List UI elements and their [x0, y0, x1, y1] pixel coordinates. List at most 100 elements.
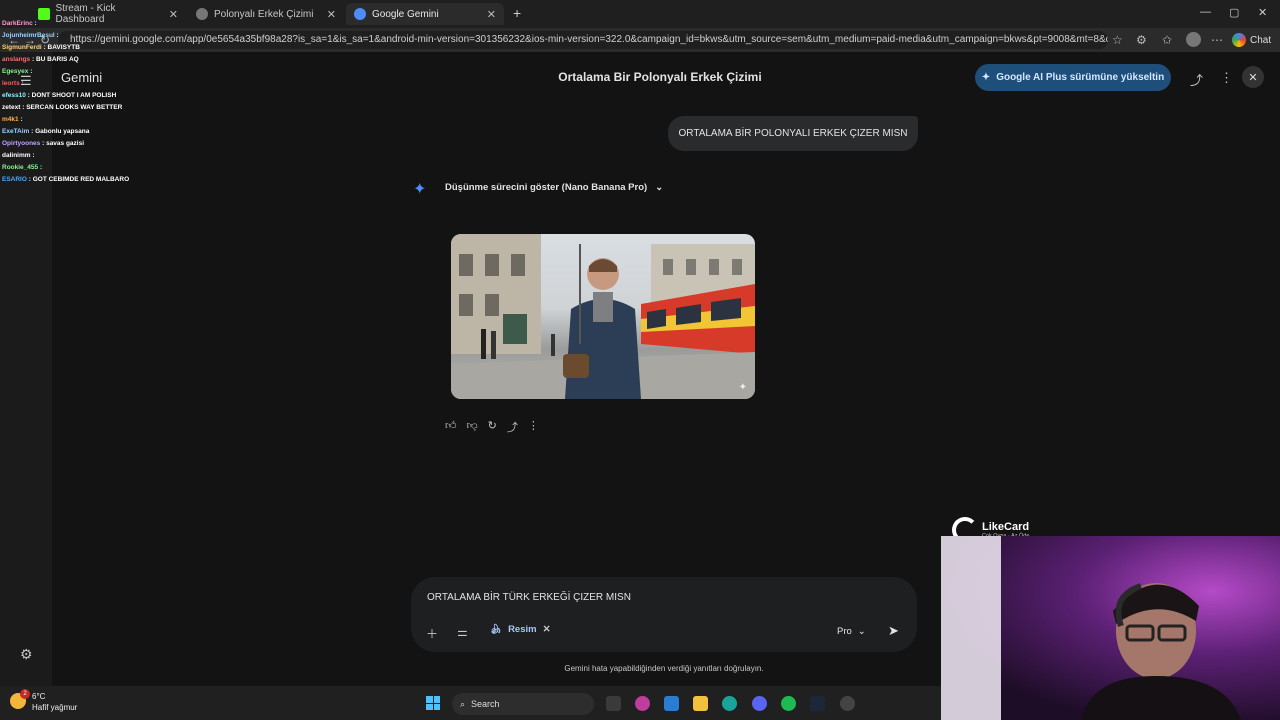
- regenerate-icon[interactable]: ↻: [488, 419, 497, 435]
- edge-icon[interactable]: [722, 696, 737, 711]
- chat-username: leorts: [2, 80, 20, 87]
- add-icon[interactable]: ＋: [426, 625, 438, 642]
- notification-badge: 2: [20, 689, 30, 699]
- chat-message: ESARIO : GOT CEBIMDE RED MALBARO: [2, 174, 142, 186]
- chat-username: Rookie_455: [2, 164, 39, 171]
- chat-message: Opirtyoones : savas gazisi: [2, 138, 142, 150]
- response-actions: 👍︎ 👎︎ ↻ ⤴ ⋮: [445, 419, 539, 435]
- chat-text: : Gabonlu yapsana: [31, 128, 90, 135]
- search-placeholder: Search: [471, 699, 500, 709]
- spotify-icon[interactable]: [781, 696, 796, 711]
- image-tool-chip[interactable]: 🍌︎ Resim ✕: [490, 624, 551, 635]
- minimize-icon[interactable]: —: [1200, 6, 1211, 18]
- bookmark-star-icon[interactable]: ☆: [1112, 33, 1123, 47]
- chat-text: :: [30, 68, 33, 75]
- chat-username: SigmunFerdi: [2, 44, 42, 51]
- profile-avatar[interactable]: [1186, 32, 1201, 47]
- taskbar-search[interactable]: ⌕ Search: [452, 693, 594, 715]
- model-label: Pro: [837, 626, 852, 637]
- tab-google-gemini[interactable]: Google Gemini ✕: [346, 3, 504, 25]
- chat-message: DarkErinc :: [2, 18, 142, 30]
- chat-text: : savas gazisi: [42, 140, 85, 147]
- chat-message: efess10 : DONT SHOOT I AM POLISH: [2, 90, 142, 102]
- chat-username: anslangs: [2, 56, 31, 63]
- gemini-spark-icon: ✦: [413, 181, 427, 198]
- upgrade-label: Google AI Plus sürümüne yükseltin: [996, 72, 1165, 83]
- chat-username: m4k1: [2, 116, 19, 123]
- upgrade-button[interactable]: ✦ Google AI Plus sürümüne yükseltin: [975, 64, 1171, 91]
- new-tab-button[interactable]: +: [513, 5, 521, 21]
- store-icon[interactable]: [664, 696, 679, 711]
- thinking-label: Düşünme sürecini göster (Nano Banana Pro…: [445, 182, 648, 193]
- steam-icon[interactable]: [810, 696, 825, 711]
- close-icon[interactable]: ✕: [327, 8, 336, 21]
- chat-username: ESARIO: [2, 176, 27, 183]
- start-button[interactable]: [426, 696, 440, 710]
- banana-icon: 🍌︎: [490, 624, 503, 635]
- chat-text: :: [20, 116, 23, 123]
- weather-widget[interactable]: 2 6°C Hafif yağmur: [10, 689, 78, 713]
- chat-username: efess10: [2, 92, 26, 99]
- account-avatar[interactable]: ✕: [1242, 66, 1264, 88]
- chat-username: DarkErinc: [2, 20, 33, 27]
- show-thinking-toggle[interactable]: Düşünme sürecini göster (Nano Banana Pro…: [445, 182, 663, 193]
- chat-message: ExeTAim : Gabonlu yapsana: [2, 126, 142, 138]
- stream-chat-overlay: DarkErinc : JojunheimrBesul : SigmunFerdi …: [2, 18, 142, 186]
- thumbs-down-icon[interactable]: 👎︎: [467, 419, 478, 435]
- discord-icon[interactable]: [752, 696, 767, 711]
- tab-label: Google Gemini: [372, 8, 439, 20]
- favorites-icon[interactable]: ✩: [1162, 33, 1172, 47]
- globe-icon: [196, 8, 208, 20]
- remove-chip-icon[interactable]: ✕: [543, 624, 551, 635]
- chat-text: : GOT CEBIMDE RED MALBARO: [28, 176, 130, 183]
- generated-image-art: [451, 234, 755, 399]
- chat-message: zetext : SERCAN LOOKS WAY BETTER: [2, 102, 142, 114]
- chat-message: anslangs : BU BARIS AQ: [2, 54, 142, 66]
- chat-text: :: [32, 152, 35, 159]
- close-icon[interactable]: ✕: [169, 8, 178, 21]
- chat-text: :: [34, 20, 37, 27]
- close-icon[interactable]: ✕: [487, 8, 496, 21]
- chevron-down-icon: ⌄: [655, 182, 664, 193]
- chat-message: m4k1 :: [2, 114, 142, 126]
- webcam-art: [941, 536, 1241, 720]
- send-icon[interactable]: ➤: [888, 623, 899, 639]
- chat-username: dalinimm: [2, 152, 31, 159]
- share-icon[interactable]: ⤴: [1190, 70, 1203, 89]
- generated-image[interactable]: ✦: [451, 234, 755, 399]
- file-explorer-icon[interactable]: [693, 696, 708, 711]
- user-message: ORTALAMA BİR POLONYALI ERKEK ÇIZER MISN: [668, 116, 918, 151]
- task-view-icon[interactable]: [606, 696, 621, 711]
- settings-icon[interactable]: ⚙: [20, 646, 33, 663]
- tools-icon[interactable]: ⚌: [457, 625, 468, 639]
- chat-username: zetext: [2, 104, 21, 111]
- chat-button[interactable]: Chat: [1232, 31, 1271, 49]
- more-options-icon[interactable]: ⋮: [1220, 70, 1233, 86]
- weather-condition: Hafif yağmur: [32, 703, 78, 712]
- search-icon: ⌕: [460, 698, 466, 709]
- more-options-icon[interactable]: ⋮: [528, 419, 539, 435]
- chat-username: Egesyex: [2, 68, 29, 75]
- model-selector[interactable]: Pro ⌄: [837, 626, 866, 637]
- thumbs-up-icon[interactable]: 👍︎: [445, 419, 457, 435]
- chat-text: : SERCAN LOOKS WAY BETTER: [22, 104, 123, 111]
- url-input[interactable]: https://gemini.google.com/app/0e5654a35b…: [58, 31, 1108, 49]
- tab-polonyali-cizimi[interactable]: Polonyalı Erkek Çizimi ✕: [188, 3, 344, 25]
- chevron-down-icon: ⌄: [857, 626, 866, 637]
- sparkle-icon: ✦: [981, 72, 991, 83]
- share-icon[interactable]: ⤴: [507, 419, 518, 435]
- conversation-title: Ortalama Bir Polonyalı Erkek Çizimi: [558, 70, 762, 84]
- disclaimer: Gemini hata yapabildiğinden verdiği yanı…: [564, 664, 764, 673]
- chat-username: Opirtyoones: [2, 140, 41, 147]
- tab-label: Polonyalı Erkek Çizimi: [214, 8, 314, 20]
- maximize-icon[interactable]: ▢: [1229, 6, 1239, 19]
- menu-icon[interactable]: ⋯: [1211, 33, 1223, 47]
- weather-temperature: 6°C: [32, 692, 46, 701]
- chat-button-label: Chat: [1250, 34, 1272, 46]
- prompt-input[interactable]: ORTALAMA BİR TÜRK ERKEĞİ ÇIZER MISN: [427, 592, 631, 603]
- extensions-icon[interactable]: ⚙: [1136, 33, 1147, 47]
- close-window-icon[interactable]: ✕: [1258, 6, 1267, 19]
- chat-text: : DONT SHOOT I AM POLISH: [27, 92, 117, 99]
- app-icon[interactable]: [840, 696, 855, 711]
- copilot-app-icon[interactable]: [635, 696, 650, 711]
